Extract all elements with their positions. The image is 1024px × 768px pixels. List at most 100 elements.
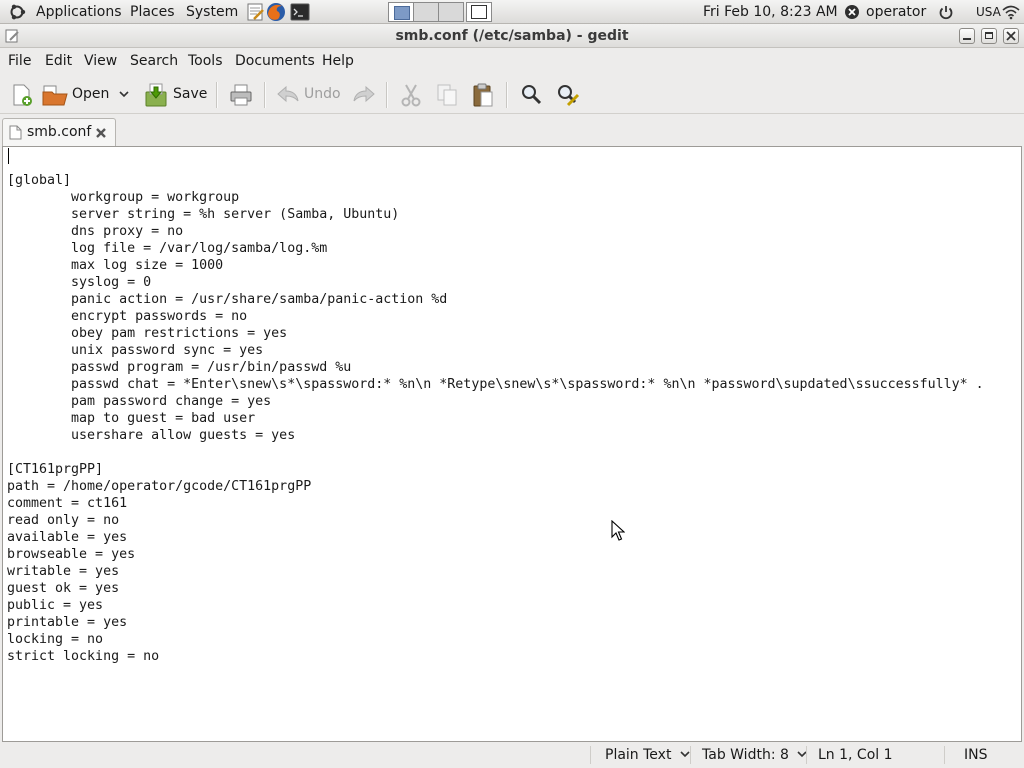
search-icon <box>522 85 542 105</box>
scissors-icon <box>401 84 421 107</box>
text-line[interactable]: syslog = 0 <box>7 274 984 291</box>
menu-search[interactable]: Search <box>130 48 178 74</box>
text-line[interactable]: browseable = yes <box>7 546 984 563</box>
tab-smb-conf[interactable]: smb.conf <box>2 118 116 146</box>
text-line[interactable]: unix password sync = yes <box>7 342 984 359</box>
text-line[interactable]: max log size = 1000 <box>7 257 984 274</box>
text-line[interactable]: encrypt passwords = no <box>7 308 984 325</box>
menu-file[interactable]: File <box>8 48 31 74</box>
open-button[interactable]: Open <box>40 78 110 110</box>
text-line[interactable]: workgroup = workgroup <box>7 189 984 206</box>
new-document-icon <box>13 84 32 106</box>
workspace-2[interactable] <box>413 2 439 22</box>
paste-button[interactable] <box>468 78 498 110</box>
find-replace-button[interactable] <box>552 78 582 110</box>
wifi-icon[interactable] <box>1002 4 1020 20</box>
keyboard-layout[interactable]: USA <box>976 0 1001 24</box>
text-line[interactable]: [CT161prgPP] <box>7 461 984 478</box>
text-line[interactable]: obey pam restrictions = yes <box>7 325 984 342</box>
system-menu[interactable]: System <box>186 0 238 24</box>
menu-bar: File Edit View Search Tools Documents He… <box>0 48 1024 74</box>
status-separator <box>690 746 691 764</box>
redo-arrow-icon <box>353 85 375 103</box>
find-button[interactable] <box>516 78 546 110</box>
toolbar-separator <box>386 82 388 108</box>
status-separator <box>806 746 807 764</box>
undo-button[interactable]: Undo <box>272 78 342 110</box>
status-bar: Plain Text Tab Width: 8 Ln 1, Col 1 INS <box>0 742 1024 768</box>
toolbar-separator <box>506 82 508 108</box>
user-menu[interactable]: operator <box>866 0 926 24</box>
save-label: Save <box>173 86 208 102</box>
language-selector[interactable]: Plain Text <box>605 742 690 768</box>
text-line[interactable]: read only = no <box>7 512 984 529</box>
text-editor-launcher-icon[interactable] <box>245 2 265 22</box>
text-line[interactable]: dns proxy = no <box>7 223 984 240</box>
workspace-1[interactable] <box>388 2 414 22</box>
text-line[interactable]: printable = yes <box>7 614 984 631</box>
menu-help[interactable]: Help <box>322 48 354 74</box>
toolbar-separator <box>216 82 218 108</box>
ubuntu-logo-icon[interactable] <box>8 3 26 21</box>
menu-edit[interactable]: Edit <box>45 48 72 74</box>
menu-view[interactable]: View <box>84 48 117 74</box>
text-line[interactable]: available = yes <box>7 529 984 546</box>
text-line[interactable]: locking = no <box>7 631 984 648</box>
cut-button[interactable] <box>396 78 426 110</box>
insert-mode: INS <box>964 747 988 763</box>
text-line[interactable]: writable = yes <box>7 563 984 580</box>
text-line[interactable]: [global] <box>7 172 984 189</box>
text-line[interactable] <box>7 155 984 172</box>
terminal-launcher-icon[interactable] <box>290 2 310 22</box>
places-menu[interactable]: Places <box>130 0 175 24</box>
save-icon <box>145 83 167 107</box>
workspace-4[interactable] <box>466 2 492 22</box>
document-text[interactable]: [global] workgroup = workgroup server st… <box>7 155 984 665</box>
tab-width-label: Tab Width: 8 <box>702 747 789 763</box>
firefox-launcher-icon[interactable] <box>266 2 286 22</box>
status-separator <box>944 746 945 764</box>
minimize-button[interactable] <box>959 28 975 44</box>
user-status-icon[interactable] <box>844 4 860 20</box>
close-window-button[interactable] <box>1003 28 1019 44</box>
text-line[interactable]: path = /home/operator/gcode/CT161prgPP <box>7 478 984 495</box>
mouse-pointer-icon <box>611 520 625 541</box>
text-line[interactable]: map to guest = bad user <box>7 410 984 427</box>
find-replace-icon <box>558 85 580 107</box>
text-line[interactable]: log file = /var/log/samba/log.%m <box>7 240 984 257</box>
tab-width-selector[interactable]: Tab Width: 8 <box>702 742 807 768</box>
text-line[interactable]: guest ok = yes <box>7 580 984 597</box>
paste-clipboard-icon <box>473 83 493 107</box>
redo-button[interactable] <box>348 78 378 110</box>
text-line[interactable] <box>7 444 984 461</box>
maximize-button[interactable] <box>981 28 997 44</box>
text-line[interactable]: passwd program = /usr/bin/passwd %u <box>7 359 984 376</box>
open-recent-dropdown[interactable] <box>114 78 134 110</box>
window-title: smb.conf (/etc/samba) - gedit <box>395 28 629 44</box>
menu-documents[interactable]: Documents <box>235 48 315 74</box>
menu-tools[interactable]: Tools <box>188 48 223 74</box>
top-panel: Applications Places System Fri Feb 10, 8… <box>0 0 1024 24</box>
undo-label: Undo <box>304 86 341 102</box>
text-line[interactable]: server string = %h server (Samba, Ubuntu… <box>7 206 984 223</box>
document-icon <box>9 125 22 140</box>
text-line[interactable]: pam password change = yes <box>7 393 984 410</box>
close-tab-icon[interactable] <box>95 127 107 139</box>
workspace-3[interactable] <box>438 2 464 22</box>
text-line[interactable]: panic action = /usr/share/samba/panic-ac… <box>7 291 984 308</box>
power-icon[interactable] <box>938 4 954 20</box>
save-button[interactable]: Save <box>142 78 210 110</box>
clock[interactable]: Fri Feb 10, 8:23 AM <box>703 0 838 24</box>
applications-menu[interactable]: Applications <box>36 0 122 24</box>
document-tab-bar: smb.conf <box>0 114 1024 146</box>
text-line[interactable]: passwd chat = *Enter\snew\s*\spassword:*… <box>7 376 984 393</box>
text-line[interactable]: public = yes <box>7 597 984 614</box>
print-button[interactable] <box>226 78 256 110</box>
text-line[interactable]: comment = ct161 <box>7 495 984 512</box>
copy-button[interactable] <box>432 78 462 110</box>
text-line[interactable]: strict locking = no <box>7 648 984 665</box>
text-line[interactable]: usershare allow guests = yes <box>7 427 984 444</box>
window-titlebar[interactable]: smb.conf (/etc/samba) - gedit <box>0 24 1024 48</box>
text-editor-area[interactable]: [global] workgroup = workgroup server st… <box>2 146 1022 742</box>
new-document-button[interactable] <box>6 78 36 110</box>
